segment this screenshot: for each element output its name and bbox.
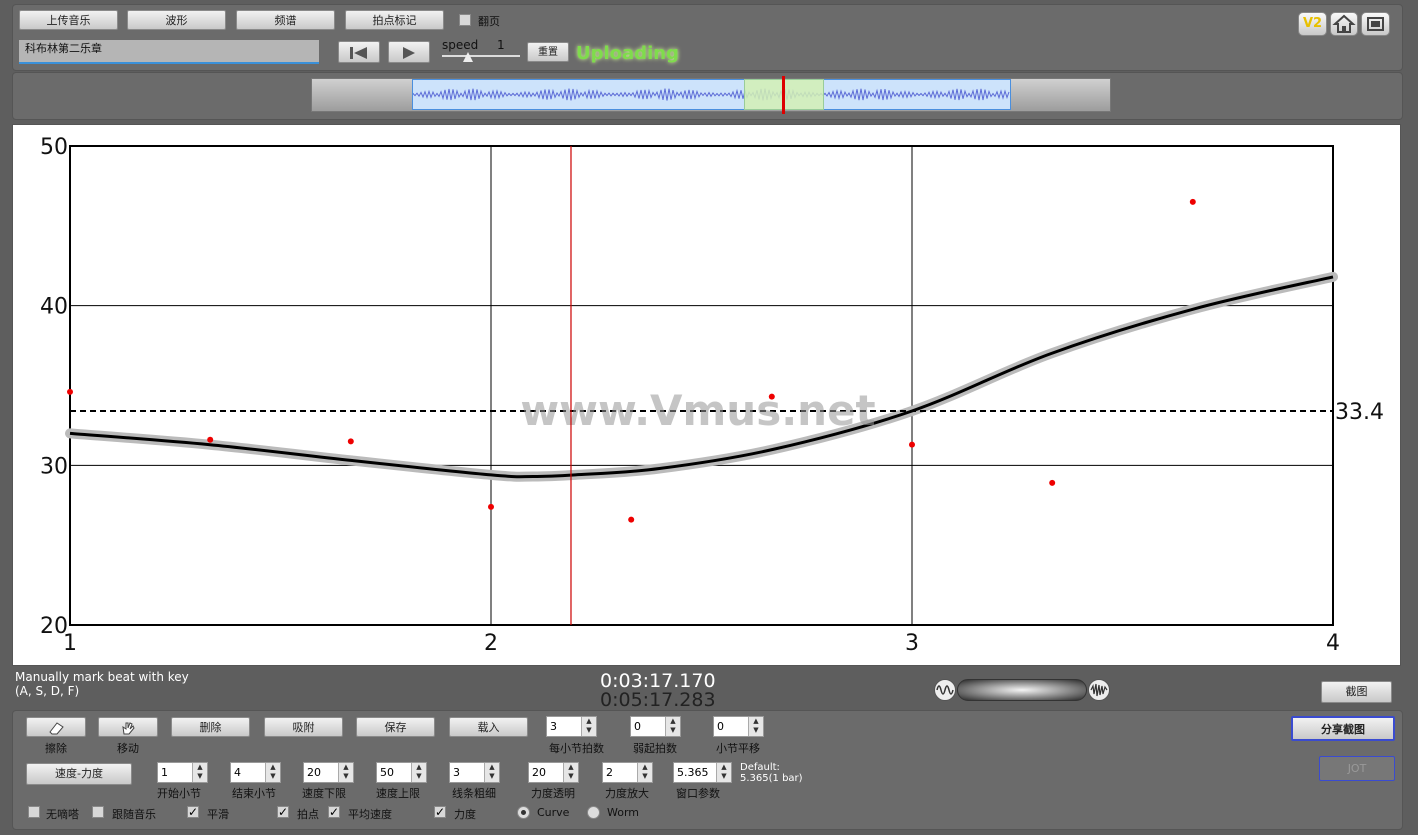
eraser-icon [49, 722, 64, 735]
default-note: Default: [740, 762, 780, 773]
dyn-opacity-label: 力度透明 [531, 787, 575, 800]
tempo-min-stepper[interactable]: 20 ▲ ▼ [303, 762, 354, 783]
line-width-label: 线条粗细 [452, 787, 496, 800]
manual-mark-hint: Manually mark beat with key [15, 670, 189, 684]
watermark: www.Vmus.net [520, 386, 875, 435]
beat-point[interactable] [488, 503, 494, 510]
save-button[interactable]: 保存 [356, 717, 435, 737]
y-tick-label: 30 [40, 454, 68, 479]
end-bar-label: 结束小节 [232, 787, 276, 800]
curve-radio[interactable] [517, 806, 530, 819]
delete-button[interactable]: 删除 [171, 717, 250, 737]
snap-button[interactable]: 吸附 [264, 717, 343, 737]
load-button[interactable]: 载入 [449, 717, 528, 737]
window-param-stepper[interactable]: 5.365 ▲ ▼ [673, 762, 732, 783]
beats-label: 拍点 [297, 808, 319, 821]
dyn-zoom-stepper[interactable]: 2 ▲ ▼ [602, 762, 653, 783]
x-tick-label: 2 [484, 631, 498, 656]
tempo-max-label: 速度上限 [376, 787, 420, 800]
stepper-arrows-icon[interactable]: ▲ ▼ [748, 717, 763, 736]
screenshot-button[interactable]: 截图 [1321, 681, 1392, 703]
window-param-label: 窗口参数 [676, 787, 720, 800]
start-bar-label: 开始小节 [157, 787, 201, 800]
stepper-arrows-icon[interactable]: ▲ ▼ [665, 717, 680, 736]
no-click-checkbox[interactable] [28, 806, 40, 818]
waveform-dense-icon[interactable] [1088, 679, 1110, 701]
beat-point[interactable] [768, 393, 775, 400]
stepper-arrows-icon[interactable]: ▲ ▼ [338, 763, 353, 782]
beat-point[interactable] [347, 438, 354, 445]
start-bar-stepper[interactable]: 1 ▲ ▼ [157, 762, 208, 783]
no-click-label: 无嘀嗒 [46, 808, 79, 821]
manual-mark-keys: (A, S, D, F) [15, 684, 80, 698]
tempo-max-stepper[interactable]: 50 ▲ ▼ [376, 762, 427, 783]
move-label: 移动 [117, 742, 139, 755]
stepper-arrows-icon[interactable]: ▲ ▼ [411, 763, 426, 782]
x-tick-label: 4 [1326, 631, 1340, 656]
erase-button[interactable] [26, 717, 86, 737]
follow-music-label: 跟随音乐 [112, 808, 156, 821]
bar-shift-stepper[interactable]: 0 ▲ ▼ [713, 716, 764, 737]
x-tick-label: 3 [905, 631, 919, 656]
stepper-arrows-icon[interactable]: ▲ ▼ [637, 763, 652, 782]
stepper-arrows-icon[interactable]: ▲ ▼ [265, 763, 280, 782]
tempo-min-label: 速度下限 [302, 787, 346, 800]
beat-point[interactable] [909, 441, 915, 448]
smooth-checkbox[interactable]: ✓ [187, 806, 199, 818]
jot-button[interactable]: JOT [1319, 756, 1395, 781]
stepper-arrows-icon[interactable]: ▲ ▼ [563, 763, 578, 782]
waveform-zoom-icon[interactable] [934, 679, 956, 701]
stepper-arrows-icon[interactable]: ▲ ▼ [484, 763, 499, 782]
end-bar-stepper[interactable]: 4 ▲ ▼ [230, 762, 281, 783]
tempo-chart[interactable]: 203040501 2 3 433.4www.Vmus.net [0, 0, 1418, 670]
move-button[interactable] [98, 717, 158, 737]
bar-shift-label: 小节平移 [716, 742, 760, 755]
curve-label: Curve [537, 806, 570, 819]
y-tick-label: 40 [40, 295, 68, 320]
y-tick-label: 50 [40, 135, 68, 160]
tempo-dynamics-button[interactable]: 速度-力度 [26, 763, 132, 785]
avg-tempo-label: 平均速度 [348, 808, 392, 821]
dyn-zoom-label: 力度放大 [605, 787, 649, 800]
mean-tempo-label: 33.4 [1335, 400, 1384, 425]
beats-per-bar-label: 每小节拍数 [549, 742, 604, 755]
worm-radio[interactable] [587, 806, 600, 819]
x-tick-label: 1 [63, 631, 77, 656]
share-screenshot-button[interactable]: 分享截图 [1291, 716, 1395, 741]
upbeat-stepper[interactable]: 0 ▲ ▼ [630, 716, 681, 737]
beat-point[interactable] [1049, 479, 1056, 486]
dynamics-band [65, 271, 1338, 482]
beats-per-bar-stepper[interactable]: 3 ▲ ▼ [546, 716, 597, 737]
hand-icon [122, 722, 135, 735]
dynamics-checkbox[interactable]: ✓ [434, 806, 446, 818]
beat-point[interactable] [628, 516, 635, 523]
dynamics-label: 力度 [454, 808, 476, 821]
beat-point[interactable] [67, 388, 73, 395]
beat-point[interactable] [1189, 198, 1196, 205]
avg-tempo-checkbox[interactable]: ✓ [328, 806, 340, 818]
zoom-slider[interactable] [957, 679, 1087, 701]
upbeat-label: 弱起拍数 [633, 742, 677, 755]
follow-music-checkbox[interactable] [92, 806, 104, 818]
default-value: 5.365(1 bar) [740, 773, 803, 784]
line-width-stepper[interactable]: 3 ▲ ▼ [449, 762, 500, 783]
smooth-label: 平滑 [207, 808, 229, 821]
stepper-arrows-icon[interactable]: ▲ ▼ [581, 717, 596, 736]
beats-checkbox[interactable]: ✓ [277, 806, 289, 818]
stepper-arrows-icon[interactable]: ▲ ▼ [192, 763, 207, 782]
dyn-opacity-stepper[interactable]: 20 ▲ ▼ [528, 762, 579, 783]
beat-point[interactable] [207, 436, 214, 443]
erase-label: 擦除 [45, 742, 67, 755]
worm-label: Worm [607, 806, 640, 819]
total-time: 0:05:17.283 [600, 689, 716, 711]
stepper-arrows-icon[interactable]: ▲ ▼ [716, 763, 731, 782]
